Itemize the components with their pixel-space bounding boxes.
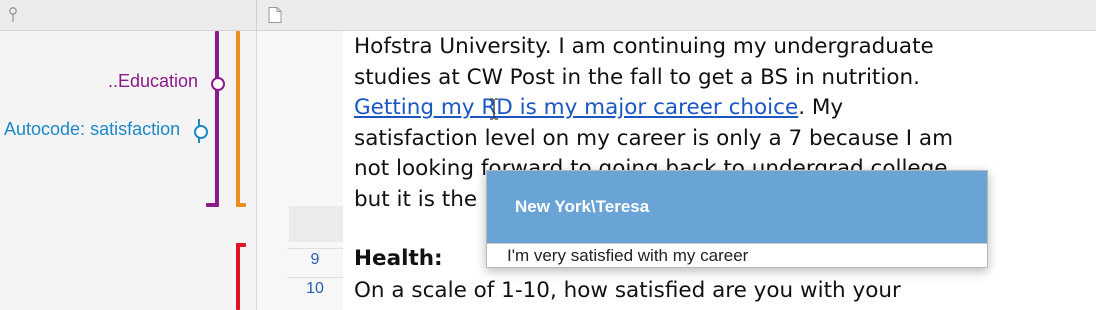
text-line: Hofstra University. I am continuing my u…	[354, 34, 934, 59]
red-code-bar[interactable]	[236, 243, 240, 310]
text-line: Getting my RD is my major career choice.…	[354, 93, 1084, 124]
coded-link[interactable]: Getting my RD is my major career choice	[354, 95, 798, 120]
education-code-bar-end	[206, 203, 218, 207]
text-line: studies at CW Post in the fall to get a …	[354, 64, 920, 90]
question-text: On a scale of 1-10, how satisfied are yo…	[354, 278, 901, 303]
line-number: 9	[287, 248, 343, 269]
document-icon[interactable]	[268, 7, 282, 23]
education-code-label[interactable]: ..Education	[108, 71, 198, 92]
line-number: 10	[287, 277, 343, 298]
text-after-link: . My	[798, 95, 844, 120]
pin-icon[interactable]	[8, 6, 18, 24]
orange-code-bar[interactable]	[236, 31, 240, 207]
section-heading: Health:	[354, 246, 443, 271]
toolbar	[0, 0, 1096, 31]
tooltip-title: New York\Teresa	[487, 171, 987, 243]
text-line: satisfaction level on my career is only …	[354, 125, 954, 151]
orange-code-bar-end	[236, 203, 246, 207]
autocode-label[interactable]: Autocode: satisfaction	[4, 119, 184, 140]
gutter-shade	[289, 206, 343, 242]
coding-tooltip[interactable]: New York\Teresa I'm very satisfied with …	[486, 170, 988, 268]
tooltip-quote: I'm very satisfied with my career	[487, 243, 987, 268]
coding-stripes-panel: ..Education Autocode: satisfaction	[0, 31, 257, 310]
text-cursor-icon	[490, 98, 498, 120]
education-code-bar[interactable]	[215, 31, 219, 207]
autocode-node-icon[interactable]	[194, 125, 208, 139]
toolbar-divider	[256, 0, 257, 30]
red-code-bar-end	[236, 243, 246, 247]
education-node-icon[interactable]	[211, 77, 225, 91]
